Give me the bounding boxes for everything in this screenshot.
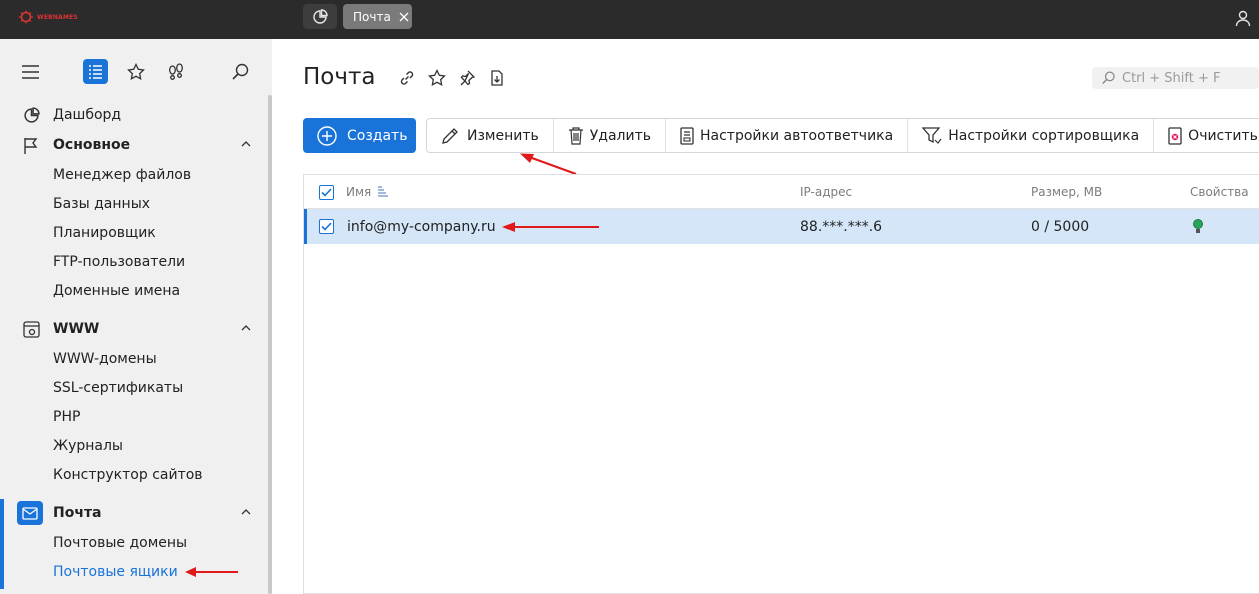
sidebar-item-label: Почтовые ящики [53, 564, 178, 580]
sidebar-section-main[interactable]: Основное [0, 133, 268, 157]
global-search-input[interactable]: Ctrl + Shift + F [1092, 67, 1259, 89]
mailbox-table: Имя IP-адрес Размер, MB Свойства info@my… [303, 174, 1259, 594]
user-icon[interactable] [1234, 9, 1252, 31]
autoresponder-button-label: Настройки автоответчика [700, 127, 894, 144]
flag-icon [22, 136, 40, 154]
sidebar-section-www[interactable]: WWW [0, 317, 268, 341]
plus-circle-icon [317, 125, 337, 146]
table-row[interactable]: info@my-company.ru 88.***.***.6 0 / 5000 [304, 209, 1259, 244]
close-icon[interactable] [399, 12, 409, 22]
mailbox-size: 0 / 5000 [1031, 219, 1090, 235]
sidebar-toolbar [0, 61, 268, 85]
star-icon[interactable] [428, 69, 446, 87]
clear-button[interactable]: Очистить [1154, 119, 1259, 152]
tab-mail-label: Почта [353, 9, 391, 24]
column-header-size[interactable]: Размер, MB [1031, 185, 1102, 199]
search-icon [1102, 71, 1115, 84]
star-icon[interactable] [127, 62, 145, 85]
sidebar-item-label: PHP [53, 409, 81, 425]
sidebar-section-label: Почта [53, 505, 102, 521]
sidebar-item-ssl[interactable]: SSL-сертификаты [0, 376, 268, 400]
sidebar-item-databases[interactable]: Базы данных [0, 192, 268, 216]
sidebar-scrollbar[interactable] [268, 95, 272, 594]
sidebar-item-label: WWW-домены [53, 351, 157, 367]
delete-button-label: Удалить [589, 127, 651, 144]
select-all-checkbox[interactable] [319, 185, 334, 200]
create-button[interactable]: Создать [303, 118, 416, 153]
sorter-settings-button[interactable]: Настройки сортировщика [908, 119, 1155, 152]
link-icon[interactable] [398, 69, 416, 87]
chevron-up-icon[interactable] [241, 505, 251, 518]
sidebar-item-label: Менеджер файлов [53, 167, 192, 183]
sidebar-item-scheduler[interactable]: Планировщик [0, 221, 268, 245]
autoresponder-icon [680, 126, 694, 145]
chevron-up-icon[interactable] [241, 321, 251, 334]
sidebar-item-dashboard[interactable]: Дашборд [0, 103, 268, 127]
edit-button[interactable]: Изменить [427, 119, 554, 152]
row-checkbox[interactable] [319, 219, 334, 234]
filter-icon [922, 126, 942, 144]
sidebar-item-label: Конструктор сайтов [53, 467, 203, 483]
sidebar-item-label: Планировщик [53, 225, 156, 241]
sidebar-item-label: Доменные имена [53, 283, 181, 299]
webnames-logo[interactable]: WEBNAMES [18, 10, 78, 24]
clear-button-label: Очистить [1188, 127, 1258, 144]
lightbulb-icon [1192, 218, 1204, 240]
sidebar-item-label: Базы данных [53, 196, 151, 212]
export-icon[interactable] [488, 69, 506, 87]
search-icon[interactable] [232, 63, 250, 85]
action-toolbar: Изменить Удалить Настройки автоответчика… [426, 118, 1259, 153]
logo-text: WEBNAMES [37, 13, 78, 21]
sidebar-section-label: WWW [53, 321, 100, 337]
table-header: Имя IP-адрес Размер, MB Свойства [304, 175, 1259, 209]
trash-icon [568, 126, 583, 145]
sort-icon[interactable] [376, 184, 388, 201]
sidebar-item-label: Дашборд [53, 107, 122, 123]
title-actions [398, 69, 506, 87]
mailbox-name: info@my-company.ru [347, 219, 496, 235]
column-header-properties[interactable]: Свойства [1190, 185, 1249, 199]
create-button-label: Создать [347, 127, 408, 144]
column-header-name[interactable]: Имя [346, 185, 371, 199]
sidebar-item-label: Журналы [53, 438, 123, 454]
www-settings-icon [22, 320, 40, 338]
search-placeholder: Ctrl + Shift + F [1122, 70, 1221, 86]
sidebar-item-ftp-users[interactable]: FTP-пользователи [0, 250, 268, 274]
pie-chart-icon [313, 8, 328, 24]
sidebar-item-label: Почтовые домены [53, 535, 188, 551]
tab-mail[interactable]: Почта [343, 4, 412, 29]
sidebar-section-label: Основное [53, 137, 131, 153]
sidebar-item-php[interactable]: PHP [0, 405, 268, 429]
edit-button-label: Изменить [467, 127, 539, 144]
sidebar-item-label: FTP-пользователи [53, 254, 186, 270]
tab-dashboard[interactable] [303, 4, 337, 29]
mailbox-ip: 88.***.***.6 [800, 219, 883, 235]
pin-icon[interactable] [458, 69, 476, 87]
clear-icon [1168, 126, 1182, 145]
sorter-button-label: Настройки сортировщика [948, 127, 1140, 144]
sidebar-item-site-builder[interactable]: Конструктор сайтов [0, 463, 268, 487]
autoresponder-settings-button[interactable]: Настройки автоответчика [666, 119, 909, 152]
sidebar-item-label: SSL-сертификаты [53, 380, 184, 396]
chevron-up-icon[interactable] [241, 137, 251, 150]
edit-icon [442, 127, 458, 144]
sidebar: Дашборд Основное Менеджер файлов Базы да… [0, 39, 272, 594]
column-header-ip[interactable]: IP-адрес [800, 185, 852, 199]
sidebar-item-file-manager[interactable]: Менеджер файлов [0, 163, 268, 187]
sidebar-item-mail-domains[interactable]: Почтовые домены [0, 531, 268, 555]
sidebar-section-mail[interactable]: Почта [0, 501, 268, 525]
footprints-icon[interactable] [167, 63, 185, 85]
top-bar: WEBNAMES Почта [0, 0, 1259, 39]
hamburger-menu-icon[interactable] [22, 64, 39, 83]
navigation-list-icon[interactable] [83, 59, 108, 84]
logo-icon [19, 10, 33, 24]
sidebar-item-logs[interactable]: Журналы [0, 434, 268, 458]
dashboard-icon [22, 106, 40, 124]
annotation-arrow [502, 222, 599, 232]
delete-button[interactable]: Удалить [554, 119, 666, 152]
page-title: Почта [303, 64, 376, 90]
sidebar-item-www-domains[interactable]: WWW-домены [0, 347, 268, 371]
annotation-arrow [185, 567, 238, 577]
sidebar-item-domain-names[interactable]: Доменные имена [0, 279, 268, 303]
